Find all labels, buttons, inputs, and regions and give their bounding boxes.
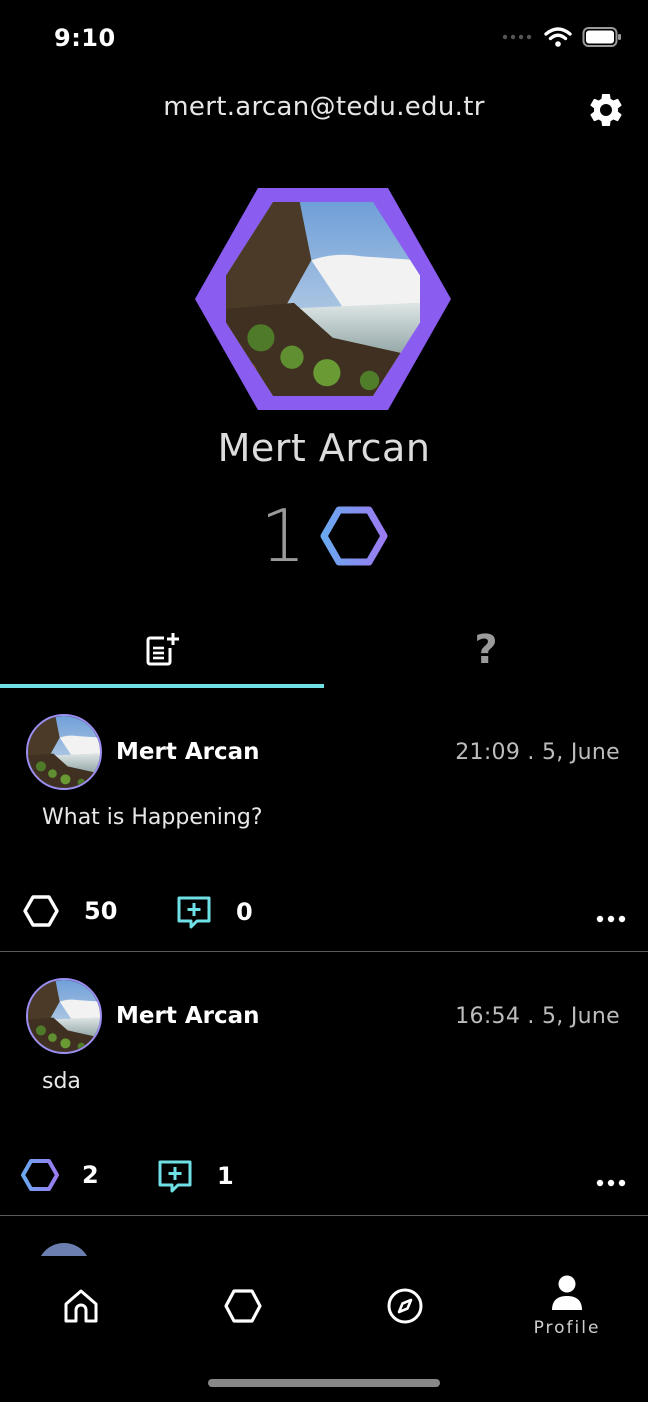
comment-add-icon bbox=[158, 1160, 192, 1193]
comment-action[interactable]: 0 bbox=[176, 894, 253, 930]
status-time: 9:10 bbox=[54, 24, 116, 52]
post-text: What is Happening? bbox=[42, 805, 263, 830]
wifi-icon bbox=[544, 27, 572, 47]
comment-add-icon bbox=[177, 896, 211, 929]
more-options-button[interactable] bbox=[596, 908, 626, 923]
nav-home[interactable] bbox=[0, 1256, 162, 1356]
profile-tabs: ? bbox=[0, 612, 648, 688]
honey-count: 50 bbox=[84, 897, 118, 925]
honey-count: 1 bbox=[260, 494, 306, 578]
bottom-nav: Profile bbox=[0, 1256, 648, 1366]
comment-count: 1 bbox=[217, 1162, 234, 1190]
status-icons bbox=[502, 26, 622, 48]
account-email: mert.arcan@tedu.edu.tr bbox=[163, 92, 485, 122]
hexagon-outline-icon bbox=[23, 895, 59, 927]
compass-icon bbox=[387, 1288, 423, 1324]
signal-icon bbox=[502, 34, 532, 40]
settings-button[interactable] bbox=[586, 90, 626, 130]
post-text: sda bbox=[42, 1069, 81, 1094]
home-indicator bbox=[208, 1379, 440, 1387]
nav-profile-label: Profile bbox=[533, 1318, 601, 1338]
post-card[interactable]: Mert Arcan 16:54 . 5, June sda 2 1 bbox=[0, 956, 648, 1216]
tab-questions[interactable]: ? bbox=[324, 612, 648, 688]
question-tab-label: ? bbox=[474, 627, 498, 673]
tab-posts[interactable] bbox=[0, 612, 324, 688]
profile-icon bbox=[552, 1275, 582, 1310]
post-author[interactable]: Mert Arcan bbox=[116, 739, 260, 765]
comment-action[interactable]: 1 bbox=[157, 1158, 234, 1194]
post-avatar[interactable] bbox=[26, 978, 102, 1054]
post-time: 16:54 . 5, June bbox=[455, 1004, 620, 1029]
battery-icon bbox=[582, 27, 621, 47]
add-post-icon bbox=[146, 633, 179, 666]
home-icon bbox=[64, 1289, 98, 1323]
hexagon-icon bbox=[224, 1289, 262, 1323]
profile-avatar[interactable] bbox=[193, 186, 453, 412]
post-author[interactable]: Mert Arcan bbox=[116, 1003, 260, 1029]
more-dots-icon bbox=[596, 1179, 626, 1187]
nav-profile[interactable]: Profile bbox=[486, 1256, 648, 1356]
nav-honey[interactable] bbox=[162, 1256, 324, 1356]
gear-icon bbox=[590, 93, 622, 126]
status-bar: 9:10 bbox=[0, 0, 648, 80]
honey-action[interactable]: 50 bbox=[22, 894, 117, 928]
hexagon-filled-icon bbox=[21, 1159, 59, 1191]
more-dots-icon bbox=[596, 915, 626, 923]
post-avatar[interactable] bbox=[26, 714, 102, 790]
profile-name: Mert Arcan bbox=[217, 426, 431, 470]
profile-screen: 9:10 mert.arcan@tedu.edu.tr Mert Arcan 1… bbox=[0, 0, 648, 1402]
honey-action[interactable]: 2 bbox=[20, 1158, 99, 1192]
hexagon-icon bbox=[320, 506, 388, 566]
comment-count: 0 bbox=[236, 898, 253, 926]
honey-count: 2 bbox=[82, 1161, 99, 1189]
more-options-button[interactable] bbox=[596, 1172, 626, 1187]
tab-indicator bbox=[0, 684, 324, 688]
post-card[interactable]: Mert Arcan 21:09 . 5, June What is Happe… bbox=[0, 692, 648, 952]
post-time: 21:09 . 5, June bbox=[455, 740, 620, 765]
nav-explore[interactable] bbox=[324, 1256, 486, 1356]
honey-count-row: 1 bbox=[0, 500, 648, 572]
